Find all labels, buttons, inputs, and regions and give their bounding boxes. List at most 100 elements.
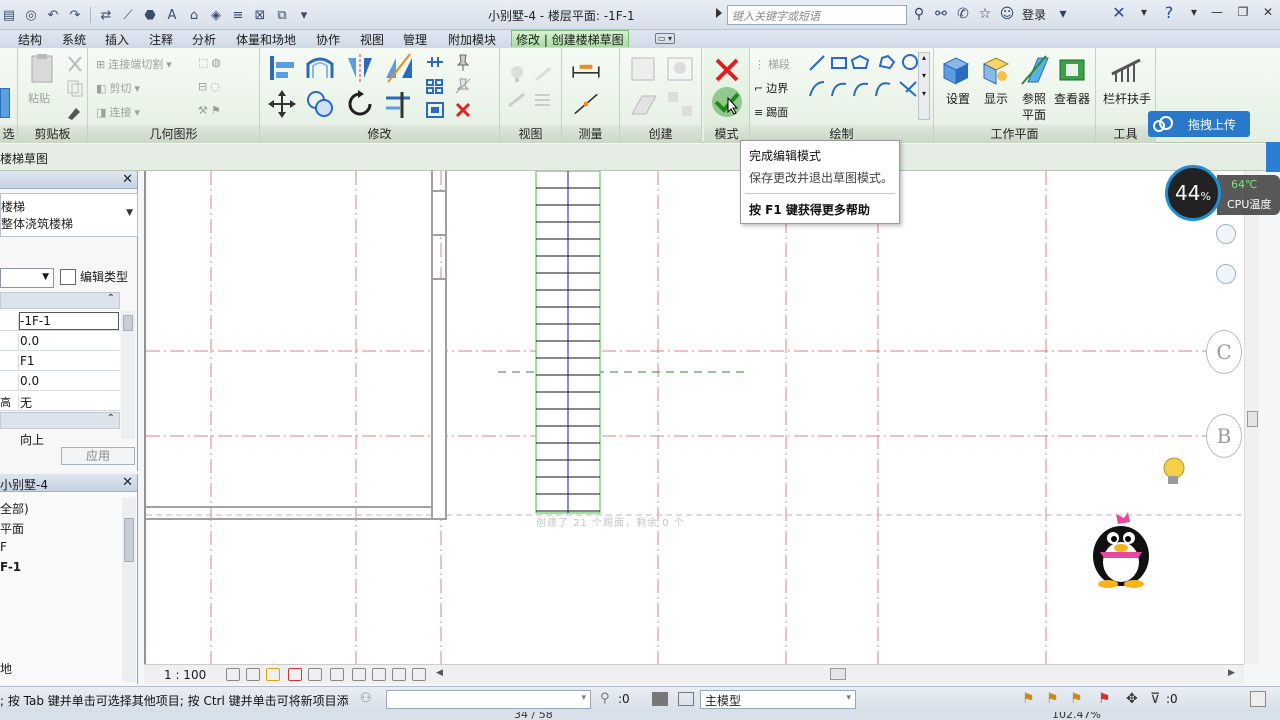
- editable-only-icon[interactable]: ⚲: [600, 691, 610, 706]
- crop-view-icon[interactable]: [308, 668, 322, 681]
- exchange-icon[interactable]: ✕: [1104, 0, 1134, 24]
- browser-item-active-view[interactable]: F-1: [0, 560, 21, 574]
- create-similar-icon[interactable]: [664, 88, 696, 120]
- scroll-thumb[interactable]: [1247, 411, 1258, 427]
- select-by-face-icon[interactable]: ⚑: [1098, 691, 1111, 707]
- switch-windows-icon[interactable]: ⧉: [273, 6, 291, 24]
- subscription-icon[interactable]: ⚯: [932, 5, 950, 23]
- show-workplane-icon[interactable]: [980, 54, 1012, 86]
- align-icon[interactable]: [266, 52, 298, 84]
- array-icon[interactable]: [424, 76, 446, 96]
- copy-icon[interactable]: [64, 78, 86, 98]
- override-graphics-icon[interactable]: [532, 64, 554, 84]
- select-pinned-icon[interactable]: ⚑: [1070, 691, 1083, 707]
- browser-item[interactable]: F: [0, 540, 7, 554]
- scroll-thumb[interactable]: [123, 315, 133, 331]
- geometry-tool-1[interactable]: ⬚ ◍: [198, 56, 221, 69]
- geometry-tool-2[interactable]: ⊟ ◌: [198, 80, 220, 93]
- resize-grip-icon[interactable]: [1250, 691, 1266, 707]
- tab-insert[interactable]: 插入: [101, 31, 133, 48]
- close-hidden-icon[interactable]: ⊠: [251, 6, 269, 24]
- horizontal-scroll-thumb[interactable]: [830, 668, 846, 680]
- tag-icon[interactable]: ⬣: [141, 6, 159, 24]
- favorites-icon[interactable]: ☆: [976, 5, 994, 23]
- hide-element-icon[interactable]: [506, 64, 528, 84]
- login-link[interactable]: 登录: [1022, 6, 1046, 23]
- property-row-base-offset[interactable]: 0.0: [0, 331, 120, 351]
- property-row-direction[interactable]: 向上: [0, 430, 120, 447]
- draw-gallery-scroll[interactable]: ▴ ▾ ▾: [918, 52, 930, 120]
- property-row-top-level[interactable]: F1: [0, 351, 120, 371]
- save-icon[interactable]: ▤: [0, 6, 18, 24]
- cancel-edit-mode-icon[interactable]: [711, 54, 743, 86]
- tab-massing-site[interactable]: 体量和场地: [232, 31, 300, 48]
- paste-label[interactable]: 粘贴: [28, 90, 50, 106]
- measure-icon[interactable]: ⟋: [119, 6, 137, 24]
- apply-button[interactable]: 应用: [61, 447, 135, 465]
- design-options-icon[interactable]: [652, 692, 668, 706]
- railing-icon[interactable]: [1110, 52, 1142, 84]
- create-assembly-icon[interactable]: [664, 52, 696, 84]
- steering-wheel-icon[interactable]: [1216, 224, 1236, 244]
- ref-plane-label-2[interactable]: 平面: [1010, 106, 1058, 123]
- select-underlay-icon[interactable]: ⚑: [1046, 691, 1059, 707]
- exclude-options-icon[interactable]: [678, 692, 694, 706]
- workset-dropdown[interactable]: ▾: [386, 690, 591, 709]
- drag-upload-button[interactable]: 拖拽上传: [1148, 111, 1250, 137]
- tab-annotate[interactable]: 注释: [145, 31, 177, 48]
- worksets-icon[interactable]: ⚇: [360, 691, 372, 706]
- viewer-label[interactable]: 查看器: [1048, 90, 1096, 107]
- binoculars-icon[interactable]: ⚲: [910, 5, 928, 23]
- dropdown-icon[interactable]: ▾: [1054, 5, 1072, 23]
- modify-select-icon[interactable]: [0, 88, 10, 118]
- delete-icon[interactable]: [452, 100, 474, 120]
- split-element-icon[interactable]: [424, 52, 446, 72]
- communication-icon[interactable]: ✆: [954, 5, 972, 23]
- user-icon[interactable]: ☺: [998, 5, 1016, 23]
- detail-level-icon[interactable]: [226, 668, 240, 681]
- browser-item[interactable]: 地: [0, 660, 12, 677]
- 3d-view-icon[interactable]: ⌂: [185, 6, 203, 24]
- copy-element-icon[interactable]: [304, 88, 336, 120]
- reference-plane-icon[interactable]: [1018, 54, 1050, 86]
- tab-modify-create-stairs-sketch[interactable]: 修改 | 创建楼梯草图: [511, 30, 629, 47]
- constraints-group-header[interactable]: ⌃: [0, 292, 120, 309]
- geometry-tool-3[interactable]: ⚒ ⚑: [198, 104, 221, 117]
- rotate-icon[interactable]: [344, 88, 376, 120]
- create-group-icon[interactable]: [628, 52, 660, 84]
- view-scale[interactable]: 1 : 100: [164, 668, 206, 682]
- qq-penguin-icon[interactable]: [1086, 506, 1156, 588]
- offset-icon[interactable]: [304, 52, 336, 84]
- unpin-icon[interactable]: [452, 76, 474, 96]
- pin-icon[interactable]: [452, 52, 474, 72]
- match-properties-icon[interactable]: [64, 102, 86, 122]
- tab-collaborate[interactable]: 协作: [312, 31, 344, 48]
- finish-edit-mode-icon[interactable]: [711, 86, 743, 118]
- analytical-model-icon[interactable]: [392, 668, 406, 681]
- scale-icon[interactable]: [424, 100, 446, 120]
- measure-between-icon[interactable]: [570, 88, 602, 120]
- help-icon[interactable]: ?: [1154, 0, 1184, 24]
- search-expand-icon[interactable]: [716, 8, 722, 18]
- tab-structure[interactable]: 结构: [14, 31, 46, 48]
- shadows-icon[interactable]: [288, 668, 302, 681]
- linework-icon[interactable]: [506, 90, 528, 110]
- move-icon[interactable]: [266, 88, 298, 120]
- mirror-pick-axis-icon[interactable]: [344, 52, 376, 84]
- cut-scissors-icon[interactable]: [64, 54, 86, 74]
- tab-analyze[interactable]: 分析: [188, 31, 220, 48]
- view-graphics-icon[interactable]: [532, 90, 554, 110]
- text-icon[interactable]: A: [163, 6, 181, 24]
- restore-icon[interactable]: ❐: [1230, 0, 1256, 24]
- join-cut-button[interactable]: ⊞ 连接端切割 ▾: [96, 56, 172, 72]
- tab-systems[interactable]: 系统: [58, 31, 90, 48]
- property-row-base-level[interactable]: -1F-1: [0, 311, 120, 331]
- redo-icon[interactable]: ↷: [66, 6, 84, 24]
- paste-icon[interactable]: [26, 52, 58, 84]
- minimize-icon[interactable]: —: [1204, 0, 1230, 24]
- undo-icon[interactable]: ↶: [44, 6, 62, 24]
- edit-type-button[interactable]: 编辑类型: [60, 268, 128, 285]
- select-links-icon[interactable]: ⚑: [1022, 691, 1035, 707]
- browser-item[interactable]: 平面: [0, 520, 24, 537]
- property-row-multistory-top[interactable]: 高 无: [0, 391, 120, 411]
